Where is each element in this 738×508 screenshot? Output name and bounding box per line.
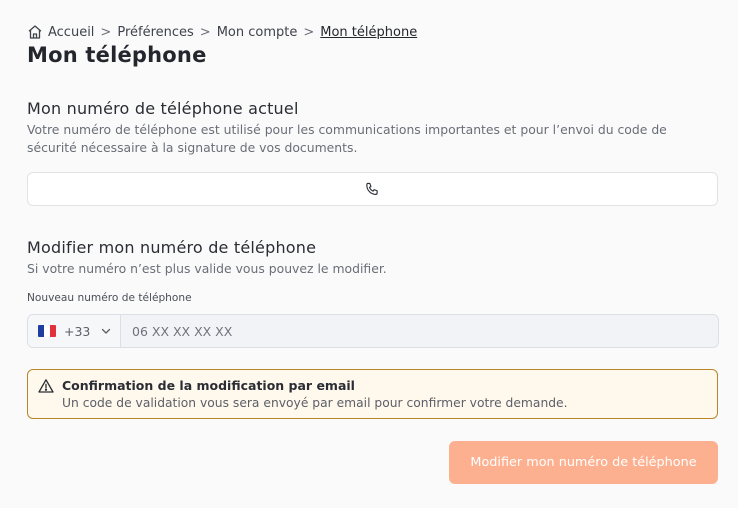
warning-icon xyxy=(38,378,54,394)
current-phone-description: Votre numéro de téléphone est utilisé po… xyxy=(27,122,667,155)
page-title: Mon téléphone xyxy=(27,43,207,67)
modify-phone-description: Si votre numéro n’est plus valide vous p… xyxy=(27,261,387,276)
france-flag-icon xyxy=(38,325,56,337)
modify-phone-title: Modifier mon numéro de téléphone xyxy=(27,238,317,257)
breadcrumb-item-current[interactable]: Mon téléphone xyxy=(320,25,417,40)
current-phone-display xyxy=(27,172,718,206)
modify-phone-button[interactable]: Modifier mon numéro de téléphone xyxy=(449,441,718,484)
country-code-select[interactable]: +33 xyxy=(28,315,121,347)
breadcrumb-item-mon-compte[interactable]: Mon compte xyxy=(217,25,298,40)
alert-text: Un code de validation vous sera envoyé p… xyxy=(62,396,568,410)
new-phone-input[interactable] xyxy=(121,315,718,347)
breadcrumb-separator: > xyxy=(199,24,211,40)
country-code: +33 xyxy=(64,323,91,339)
chevron-down-icon xyxy=(100,325,112,337)
alert-title: Confirmation de la modification par emai… xyxy=(62,378,355,393)
home-icon[interactable] xyxy=(27,24,43,40)
current-phone-title: Mon numéro de téléphone actuel xyxy=(27,99,299,118)
breadcrumb-separator: > xyxy=(303,24,315,40)
new-phone-label: Nouveau numéro de téléphone xyxy=(27,292,192,304)
phone-icon xyxy=(364,181,381,198)
breadcrumb-item-accueil[interactable]: Accueil xyxy=(48,25,94,40)
email-confirmation-alert: Confirmation de la modification par emai… xyxy=(27,369,718,419)
breadcrumb: Accueil > Préférences > Mon compte > Mon… xyxy=(27,22,417,42)
new-phone-input-group: +33 xyxy=(27,314,719,348)
breadcrumb-item-preferences[interactable]: Préférences xyxy=(117,25,193,40)
phone-settings-page: Accueil > Préférences > Mon compte > Mon… xyxy=(0,0,738,508)
alert-content: Confirmation de la modification par emai… xyxy=(62,377,568,418)
breadcrumb-separator: > xyxy=(100,24,112,40)
